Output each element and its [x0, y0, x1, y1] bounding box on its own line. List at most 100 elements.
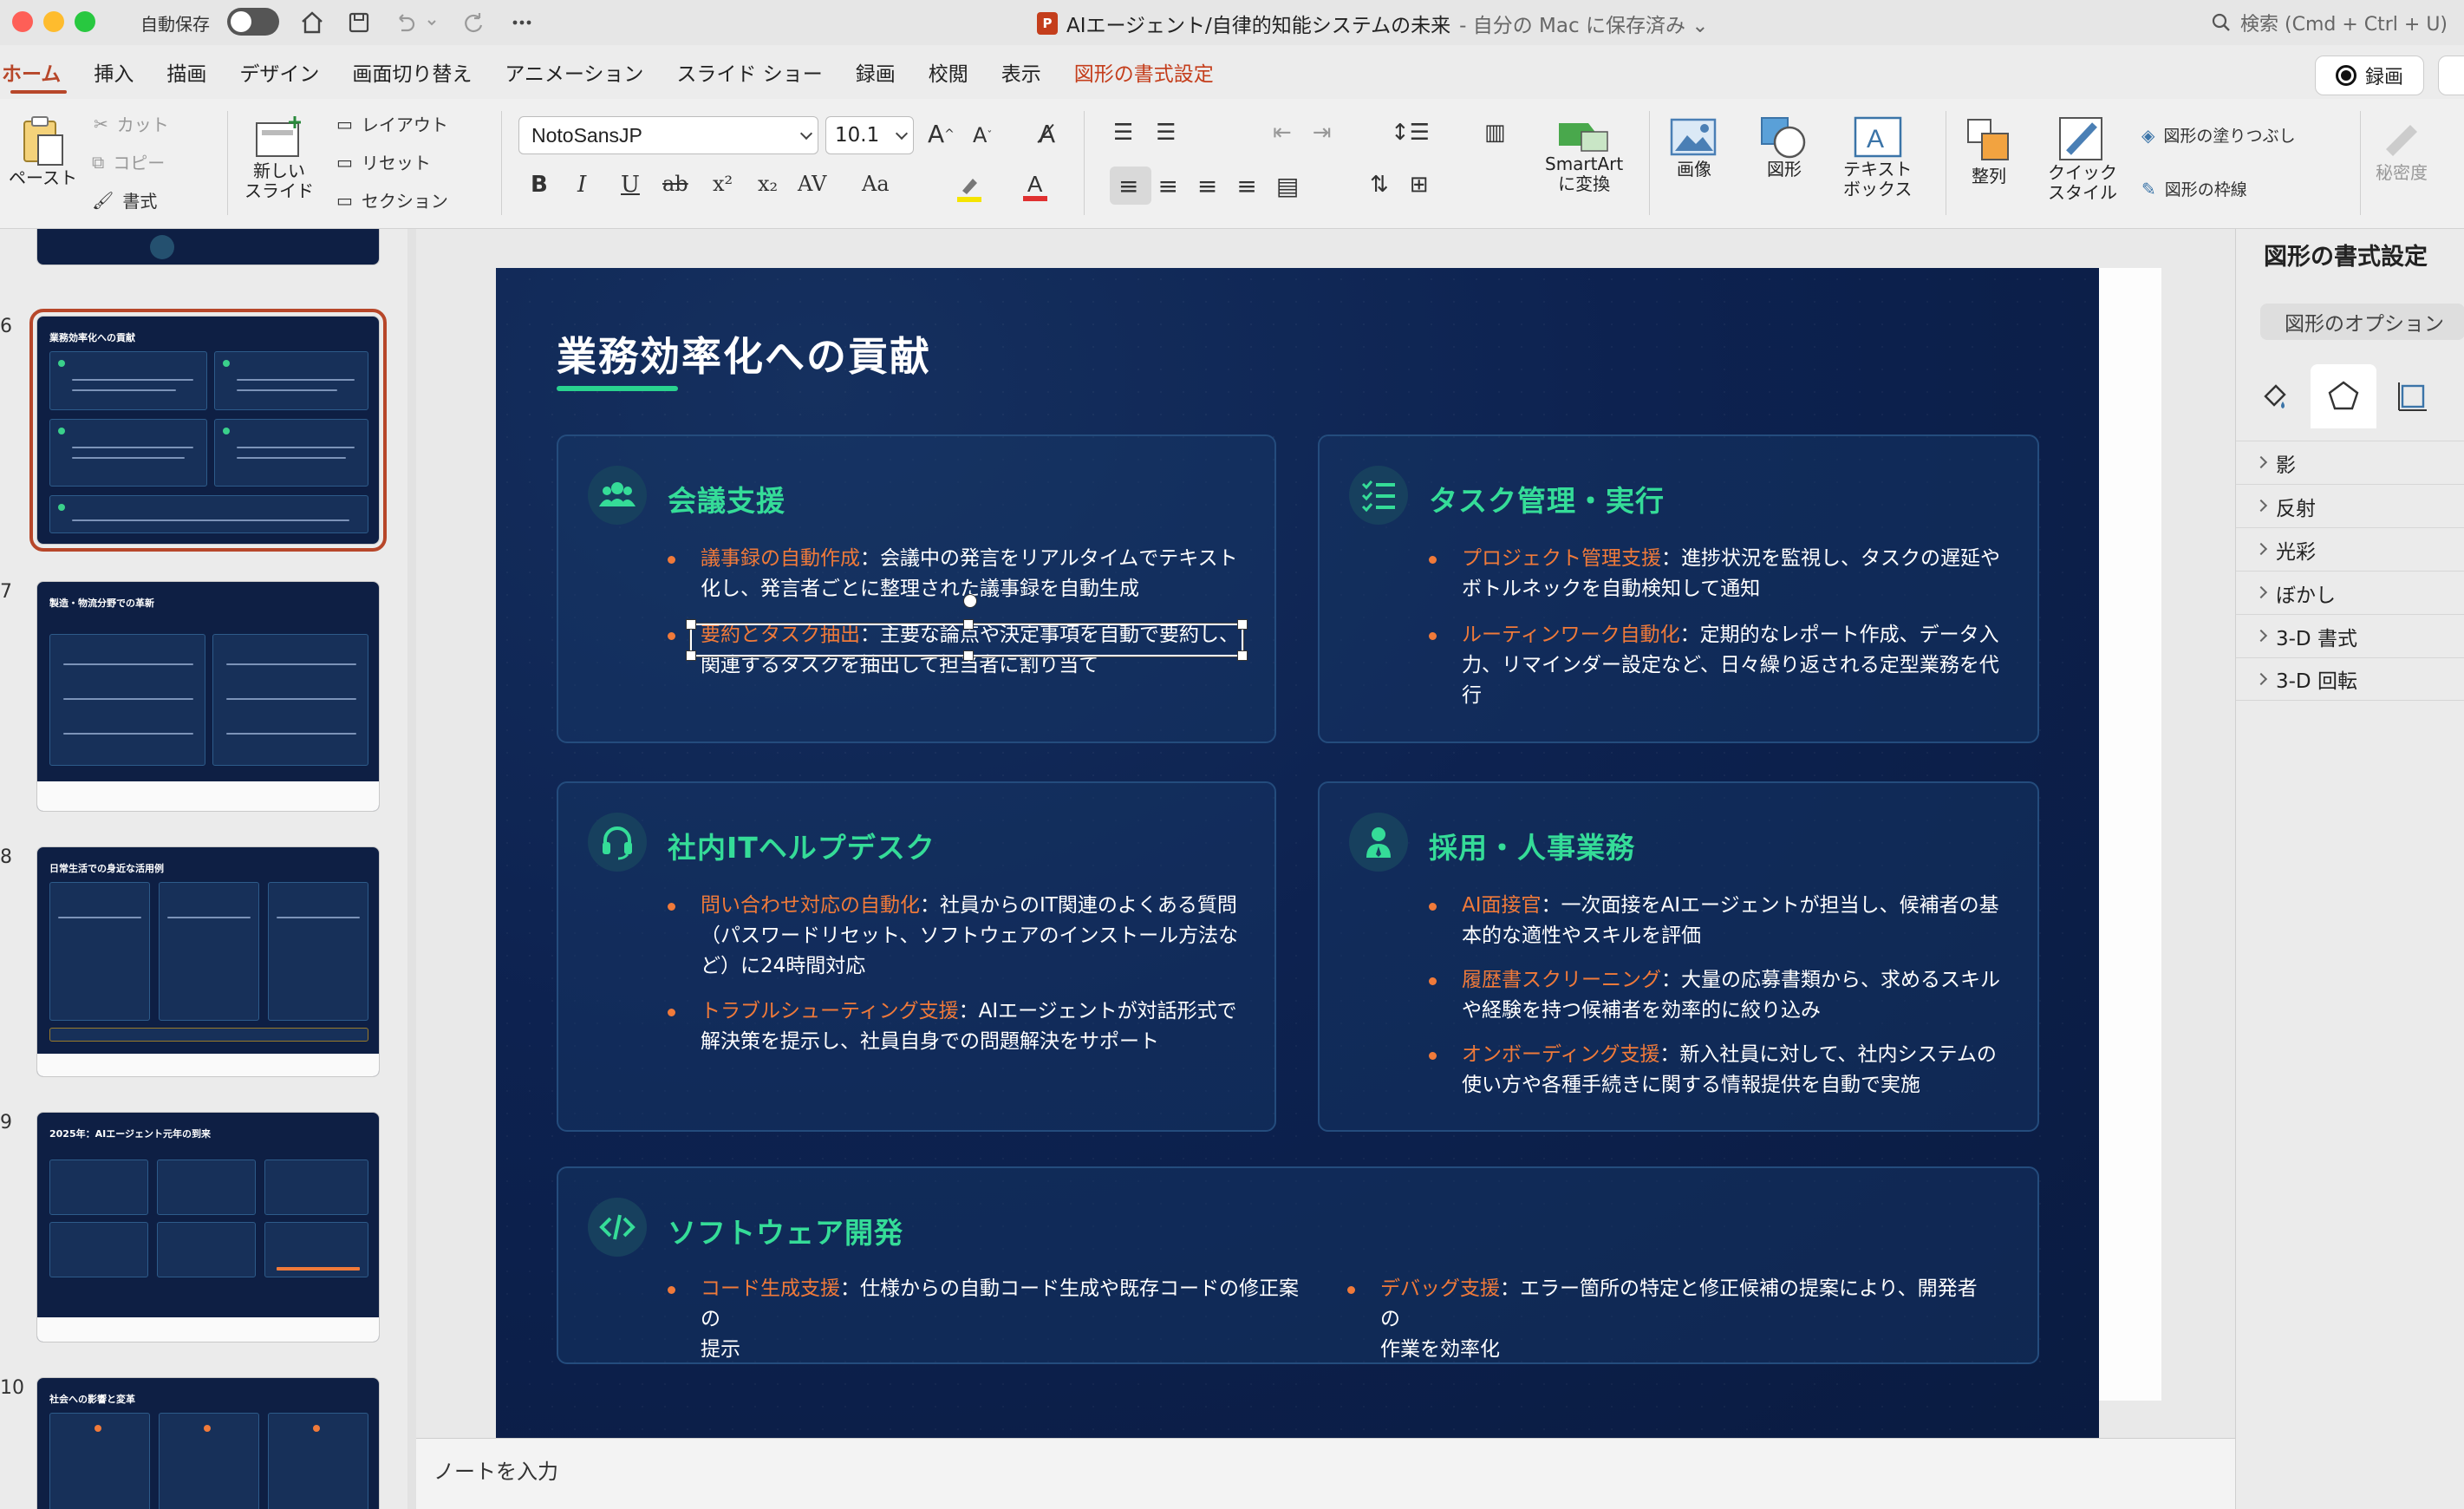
- line-spacing-icon[interactable]: ↕☰: [1391, 120, 1430, 146]
- bold-icon[interactable]: B: [531, 172, 548, 198]
- size-properties-icon[interactable]: [2380, 364, 2446, 428]
- new-slide-button[interactable]: 新しい スライド: [244, 114, 314, 201]
- notes-pane[interactable]: ノートを入力: [416, 1438, 2235, 1509]
- slide-thumbnail-5[interactable]: [36, 229, 380, 265]
- font-size-select[interactable]: 10.1: [825, 116, 914, 154]
- close-window-button[interactable]: [12, 11, 33, 32]
- card-hr[interactable]: 採用・人事業務 AI面接官：一次面接をAIエージェントが担当し、候補者の基 本的…: [1318, 781, 2039, 1132]
- tab-design[interactable]: デザイン: [223, 45, 336, 99]
- shape-fill-button[interactable]: ◈ 図形の塗りつぶし: [2141, 123, 2296, 147]
- decrease-font-size-icon[interactable]: Aˇ: [973, 123, 992, 147]
- image-button[interactable]: 画像: [1668, 114, 1720, 180]
- change-case-icon[interactable]: Aa: [862, 172, 890, 196]
- indent-buttons[interactable]: ⇤⇥: [1273, 120, 1353, 146]
- comments-button[interactable]: [2438, 56, 2464, 95]
- quick-styles-button[interactable]: クイック スタイル: [2048, 114, 2117, 203]
- panel-item-3d-rotation[interactable]: 3-D 回転: [2236, 657, 2464, 701]
- slide-thumbnail-9[interactable]: 2025年：AIエージェント元年の到来: [36, 1112, 380, 1342]
- bullet-item[interactable]: 履歴書スクリーニング：大量の応募書類から、求めるスキル や経験を持つ候補者を効率…: [1429, 965, 2017, 1026]
- card-it-helpdesk[interactable]: 社内ITヘルプデスク 問い合わせ対応の自動化：社員からのIT関連のよくある質問 …: [557, 781, 1276, 1132]
- bullet-item[interactable]: ルーティンワーク自動化：定期的なレポート作成、データ入 力、リマインダー設定など…: [1429, 620, 2034, 711]
- bullet-item[interactable]: AI面接官：一次面接をAIエージェントが担当し、候補者の基 本的な適性やスキルを…: [1429, 891, 2017, 951]
- tab-animations[interactable]: アニメーション: [488, 45, 660, 99]
- minimize-window-button[interactable]: [43, 11, 64, 32]
- more-icon[interactable]: [506, 7, 538, 38]
- italic-icon[interactable]: I: [577, 172, 586, 198]
- underline-icon[interactable]: U: [621, 172, 640, 198]
- slide[interactable]: 業務効率化への貢献 会議支援 議事録の自動作成：会議中の発言をリアルタイムでテキ…: [496, 268, 2099, 1438]
- panel-item-3d-format[interactable]: 3-D 書式: [2236, 614, 2464, 657]
- card-meeting-support[interactable]: 会議支援 議事録の自動作成：会議中の発言をリアルタイムでテキスト 化し、発言者ご…: [557, 434, 1276, 743]
- card-task-management[interactable]: タスク管理・実行 プロジェクト管理支援：進捗状況を監視し、タスクの遅延や ボトル…: [1318, 434, 2039, 743]
- slide-thumbnail-panel[interactable]: 6 業務効率化への貢献 7 製造・物流分野での革新 8 日常生活での身近な活用例…: [0, 229, 414, 1509]
- tab-draw[interactable]: 描画: [150, 45, 223, 99]
- format-painter-button[interactable]: 🖌 書式: [92, 187, 157, 212]
- tab-insert[interactable]: 挿入: [77, 45, 150, 99]
- fill-line-icon[interactable]: [2241, 364, 2307, 428]
- record-button[interactable]: 録画: [2315, 56, 2424, 95]
- alignment-buttons[interactable]: ≡≡≡≡▤: [1118, 172, 1318, 200]
- panel-item-soft-edges[interactable]: ぼかし: [2236, 571, 2464, 614]
- slide-thumbnail-8[interactable]: 日常生活での身近な活用例: [36, 846, 380, 1077]
- bullet-item[interactable]: オンボーディング支援：新入社員に対して、社内システムの 使い方や各種手続きに関す…: [1429, 1040, 2017, 1101]
- bullet-item[interactable]: 議事録の自動作成：会議中の発言をリアルタイムでテキスト 化し、発言者ごとに整理さ…: [668, 544, 1255, 604]
- strikethrough-icon[interactable]: ab: [662, 172, 688, 196]
- copy-button[interactable]: ⧉ コピー: [92, 149, 165, 174]
- resize-handle[interactable]: [963, 619, 974, 630]
- bullet-item[interactable]: 問い合わせ対応の自動化：社員からのIT関連のよくある質問 （パスワードリセット、…: [668, 891, 1273, 982]
- tab-review[interactable]: 校閲: [912, 45, 985, 99]
- text-direction-buttons[interactable]: ⇅⊞: [1370, 172, 1450, 198]
- bullet-item[interactable]: コード生成支援：仕様からの自動コード生成や既存コードの修正案の 提示: [668, 1274, 1307, 1365]
- resize-handle[interactable]: [686, 650, 696, 661]
- autosave-toggle[interactable]: [227, 8, 279, 36]
- character-spacing-icon[interactable]: AV: [798, 172, 826, 196]
- sensitivity-button[interactable]: 秘密度: [2376, 114, 2428, 183]
- superscript-icon[interactable]: x²: [713, 172, 733, 196]
- font-name-select[interactable]: NotoSansJP: [518, 116, 818, 154]
- clear-formatting-icon[interactable]: A̸: [1039, 120, 1055, 148]
- panel-item-shadow[interactable]: 影: [2236, 441, 2464, 484]
- resize-handle[interactable]: [1237, 650, 1248, 661]
- resize-handle[interactable]: [963, 650, 974, 661]
- redo-icon[interactable]: [458, 7, 489, 38]
- undo-icon[interactable]: [388, 7, 420, 38]
- slide-thumbnail-6[interactable]: 業務効率化への貢献: [29, 309, 387, 552]
- shape-outline-button[interactable]: ✎ 図形の枠線: [2141, 177, 2247, 200]
- text-selection-frame[interactable]: [686, 594, 1248, 661]
- search-box[interactable]: 検索 (Cmd + Ctrl + U): [2200, 5, 2464, 40]
- thumbnail-scrollbar[interactable]: [407, 229, 416, 1509]
- tab-view[interactable]: 表示: [985, 45, 1058, 99]
- columns-icon[interactable]: ▥: [1484, 120, 1506, 146]
- increase-font-size-icon[interactable]: A ^: [928, 120, 955, 148]
- tab-record[interactable]: 録画: [839, 45, 912, 99]
- cut-button[interactable]: ✂ カット: [94, 111, 169, 136]
- resize-handle[interactable]: [1237, 619, 1248, 630]
- panel-item-glow[interactable]: 光彩: [2236, 527, 2464, 571]
- subscript-icon[interactable]: x₂: [758, 172, 778, 196]
- list-buttons[interactable]: ☰☰: [1113, 120, 1199, 146]
- slide-thumbnail-7[interactable]: 製造・物流分野での革新: [36, 581, 380, 812]
- home-icon[interactable]: [297, 7, 328, 38]
- arrange-button[interactable]: 整列: [1963, 114, 2015, 186]
- panel-item-reflection[interactable]: 反射: [2236, 484, 2464, 527]
- bullet-item[interactable]: トラブルシューティング支援：AIエージェントが対話形式で 解決策を提示し、社員自…: [668, 996, 1255, 1057]
- highlight-color-button[interactable]: [954, 172, 985, 203]
- slide-title[interactable]: 業務効率化への貢献: [557, 325, 931, 382]
- effects-icon[interactable]: [2311, 364, 2376, 428]
- textbox-button[interactable]: A テキスト ボックス: [1843, 114, 1912, 199]
- paste-button[interactable]: ペースト: [9, 114, 77, 188]
- section-button[interactable]: ▭ セクション: [336, 187, 448, 212]
- bullet-item[interactable]: デバッグ支援：エラー箇所の特定と修正候補の提案により、開発者の 作業を効率化: [1347, 1274, 1987, 1365]
- shape-options-tab[interactable]: 図形のオプション: [2260, 304, 2464, 340]
- font-color-button[interactable]: A: [1020, 170, 1051, 203]
- rotate-handle[interactable]: [963, 594, 977, 608]
- undo-dropdown-icon[interactable]: [421, 7, 442, 38]
- shape-button[interactable]: 図形: [1758, 114, 1810, 180]
- convert-to-smartart-button[interactable]: SmartArt に変換: [1545, 114, 1623, 194]
- reset-button[interactable]: ▭ リセット: [336, 149, 431, 174]
- bullet-item[interactable]: プロジェクト管理支援：進捗状況を監視し、タスクの遅延や ボトルネックを自動検知し…: [1429, 544, 2017, 604]
- slide-thumbnail-10[interactable]: 社会への影響と変革: [36, 1377, 380, 1509]
- tab-transitions[interactable]: 画面切り替え: [336, 45, 488, 99]
- tab-shape-format[interactable]: 図形の書式設定: [1058, 45, 1230, 99]
- tab-home[interactable]: ホーム: [0, 45, 77, 99]
